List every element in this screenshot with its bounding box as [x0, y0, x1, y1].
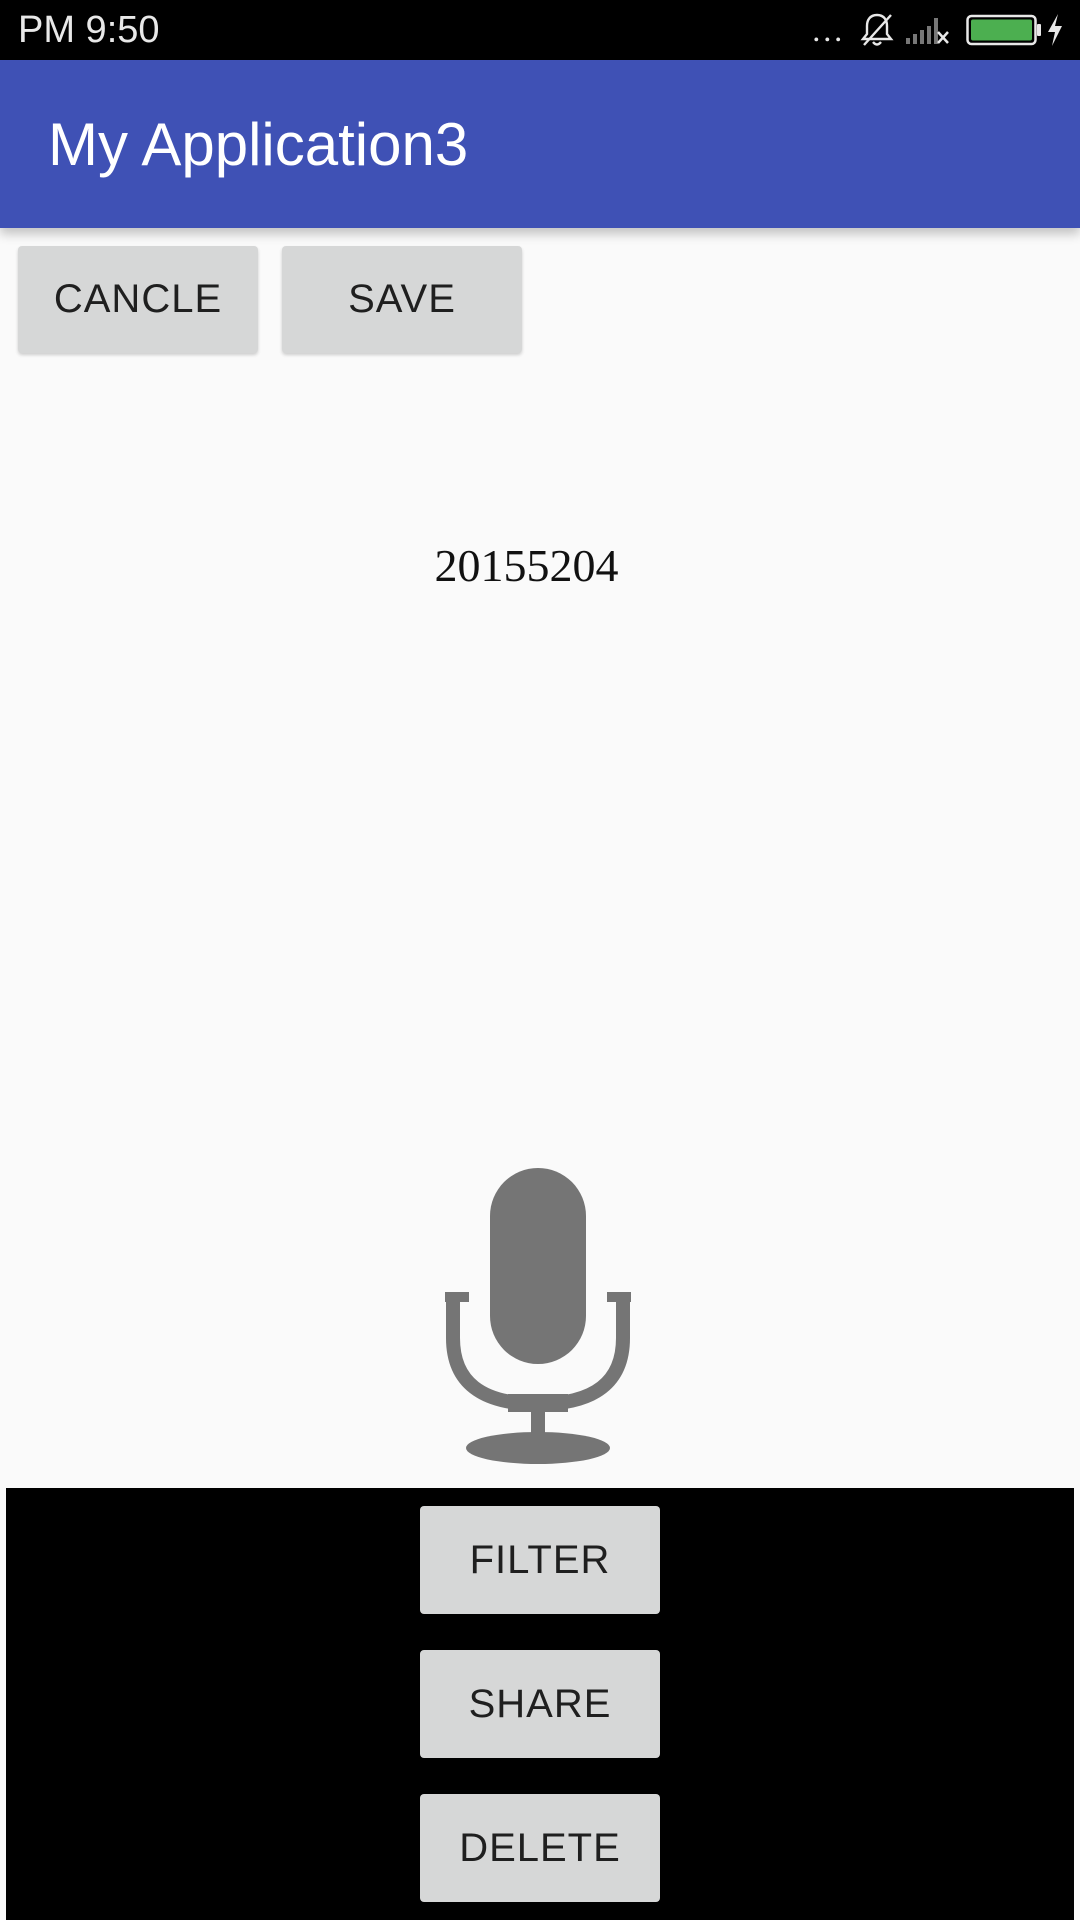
signal-icon	[906, 18, 949, 44]
notification-overflow: ...	[812, 10, 845, 50]
battery-icon	[966, 14, 1041, 46]
cancel-button[interactable]: CANCLE	[18, 246, 258, 353]
student-id-text: 20155204	[434, 540, 619, 591]
save-button[interactable]: SAVE	[282, 246, 522, 353]
microphone-icon[interactable]	[445, 1168, 631, 1464]
filter-button[interactable]: FILTER	[420, 1506, 660, 1614]
status-bar: PM 9:50 ...	[0, 0, 1080, 60]
share-button[interactable]: SHARE	[420, 1650, 660, 1758]
app-title: My Application3	[48, 111, 469, 178]
status-time: PM 9:50	[18, 9, 160, 51]
delete-button[interactable]: DELETE	[420, 1794, 660, 1902]
charging-icon	[1048, 14, 1062, 46]
app-bar: My Application3	[0, 60, 1080, 228]
bell-off-icon	[860, 13, 894, 46]
